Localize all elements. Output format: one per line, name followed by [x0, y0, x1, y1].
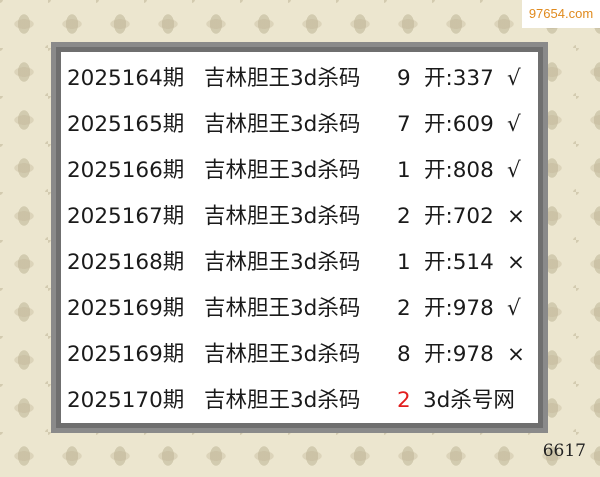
- kill-number: 8: [397, 342, 411, 367]
- result-mark: √: [507, 112, 521, 137]
- prediction-row: 2025167期 吉林胆王3d杀码 2 开:702 ×: [61, 194, 538, 240]
- prediction-list: 2025164期 吉林胆王3d杀码 9 开:337 √ 2025165期 吉林胆…: [61, 56, 538, 424]
- current-prediction-row: 2025170期 吉林胆王3d杀码 2 3d杀号网: [61, 378, 538, 424]
- issue-number: 2025166期: [67, 158, 185, 183]
- issue-number: 2025169期: [67, 342, 185, 367]
- draw-result: 开:514: [424, 250, 494, 275]
- draw-result: 开:609: [424, 112, 494, 137]
- draw-result: 开:978: [424, 296, 494, 321]
- prediction-panel: 2025164期 吉林胆王3d杀码 9 开:337 √ 2025165期 吉林胆…: [61, 52, 538, 423]
- issue-number: 2025168期: [67, 250, 185, 275]
- kill-number: 1: [397, 158, 411, 183]
- prediction-name: 吉林胆王3d杀码: [204, 204, 361, 229]
- draw-result: 开:978: [424, 342, 494, 367]
- kill-number: 9: [397, 66, 411, 91]
- prediction-row: 2025165期 吉林胆王3d杀码 7 开:609 √: [61, 102, 538, 148]
- result-mark: √: [507, 296, 521, 321]
- kill-number-highlight: 2: [397, 388, 411, 413]
- prediction-name: 吉林胆王3d杀码: [204, 296, 361, 321]
- kill-number: 7: [397, 112, 411, 137]
- watermark-badge: 97654.com: [522, 0, 600, 28]
- issue-number: 2025167期: [67, 204, 185, 229]
- kill-number: 2: [397, 296, 411, 321]
- prediction-frame: 2025164期 吉林胆王3d杀码 9 开:337 √ 2025165期 吉林胆…: [51, 42, 548, 433]
- draw-result: 开:702: [424, 204, 494, 229]
- issue-number: 2025164期: [67, 66, 185, 91]
- prediction-name: 吉林胆王3d杀码: [204, 388, 361, 413]
- result-mark: ×: [507, 342, 526, 367]
- prediction-row: 2025169期 吉林胆王3d杀码 8 开:978 ×: [61, 332, 538, 378]
- prediction-row: 2025164期 吉林胆王3d杀码 9 开:337 √: [61, 56, 538, 102]
- prediction-row: 2025169期 吉林胆王3d杀码 2 开:978 √: [61, 286, 538, 332]
- footer-number: 6617: [542, 441, 586, 461]
- issue-number: 2025169期: [67, 296, 185, 321]
- issue-number: 2025170期: [67, 388, 185, 413]
- result-mark: √: [507, 158, 521, 183]
- prediction-name: 吉林胆王3d杀码: [204, 342, 361, 367]
- prediction-name: 吉林胆王3d杀码: [204, 112, 361, 137]
- result-mark: ×: [507, 250, 526, 275]
- result-mark: √: [507, 66, 521, 91]
- prediction-name: 吉林胆王3d杀码: [204, 250, 361, 275]
- prediction-name: 吉林胆王3d杀码: [204, 66, 361, 91]
- kill-number: 1: [397, 250, 411, 275]
- kill-number: 2: [397, 204, 411, 229]
- draw-result: 开:337: [424, 66, 494, 91]
- prediction-row: 2025168期 吉林胆王3d杀码 1 开:514 ×: [61, 240, 538, 286]
- draw-result: 开:808: [424, 158, 494, 183]
- prediction-name: 吉林胆王3d杀码: [204, 158, 361, 183]
- prediction-row: 2025166期 吉林胆王3d杀码 1 开:808 √: [61, 148, 538, 194]
- site-name: 3d杀号网: [423, 388, 515, 413]
- issue-number: 2025165期: [67, 112, 185, 137]
- result-mark: ×: [507, 204, 526, 229]
